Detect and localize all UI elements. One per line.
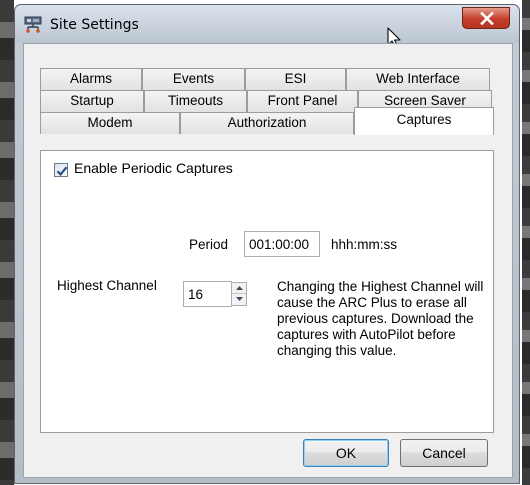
dialog-client-area: Alarms Events ESI Web Interface Startup … (23, 43, 513, 478)
highest-channel-spinner[interactable] (231, 282, 247, 306)
period-format-hint: hhh:mm:ss (331, 237, 398, 252)
tab-label: Screen Saver (384, 93, 466, 108)
tab-modem[interactable]: Modem (40, 112, 180, 134)
chevron-down-icon (235, 297, 243, 301)
tab-label: ESI (284, 71, 307, 86)
checkmark-icon (56, 166, 68, 177)
tab-label: Startup (70, 93, 114, 108)
period-label: Period (189, 237, 229, 252)
tab-captures[interactable]: Captures (354, 107, 494, 135)
tab-authorization[interactable]: Authorization (180, 112, 354, 134)
period-input[interactable] (244, 231, 320, 257)
highest-channel-input[interactable] (183, 281, 232, 307)
spinner-up-button[interactable] (232, 283, 246, 294)
highest-channel-warning-text: Changing the Highest Channel will cause … (277, 279, 484, 358)
site-settings-app-icon (24, 16, 42, 33)
window-title: Site Settings (50, 17, 139, 33)
spinner-down-button[interactable] (232, 294, 246, 305)
tab-web-interface[interactable]: Web Interface (346, 68, 490, 90)
desktop-background-right (522, 0, 530, 485)
desktop-background-left (0, 0, 14, 485)
cancel-button[interactable]: Cancel (400, 439, 488, 467)
close-icon (480, 12, 494, 25)
tab-label: Alarms (69, 71, 112, 86)
tab-label: Timeouts (167, 93, 223, 108)
chevron-up-icon (235, 286, 243, 290)
captures-tab-panel: Enable Periodic Captures Period hhh:mm:s… (40, 150, 494, 433)
ok-button[interactable]: OK (303, 439, 389, 467)
enable-periodic-captures-label[interactable]: Enable Periodic Captures (74, 160, 233, 176)
tab-timeouts[interactable]: Timeouts (144, 90, 247, 112)
enable-periodic-captures-checkbox[interactable] (54, 163, 68, 177)
tab-label: Front Panel (267, 93, 338, 108)
tab-startup[interactable]: Startup (40, 90, 144, 112)
tab-label: Events (172, 71, 215, 86)
tab-alarms[interactable]: Alarms (40, 68, 142, 90)
tab-events[interactable]: Events (142, 68, 245, 90)
tab-label: Modem (87, 115, 133, 130)
tab-front-panel[interactable]: Front Panel (247, 90, 358, 112)
tab-label: Captures (396, 112, 452, 127)
site-settings-dialog: Site Settings Alarms Events ESI Web Inte… (14, 4, 520, 484)
highest-channel-label: Highest Channel (57, 278, 157, 293)
tab-label: Authorization (227, 115, 307, 130)
close-button[interactable] (462, 7, 510, 29)
tab-label: Web Interface (376, 71, 460, 86)
title-bar[interactable]: Site Settings (15, 5, 519, 50)
tab-esi[interactable]: ESI (245, 68, 346, 90)
